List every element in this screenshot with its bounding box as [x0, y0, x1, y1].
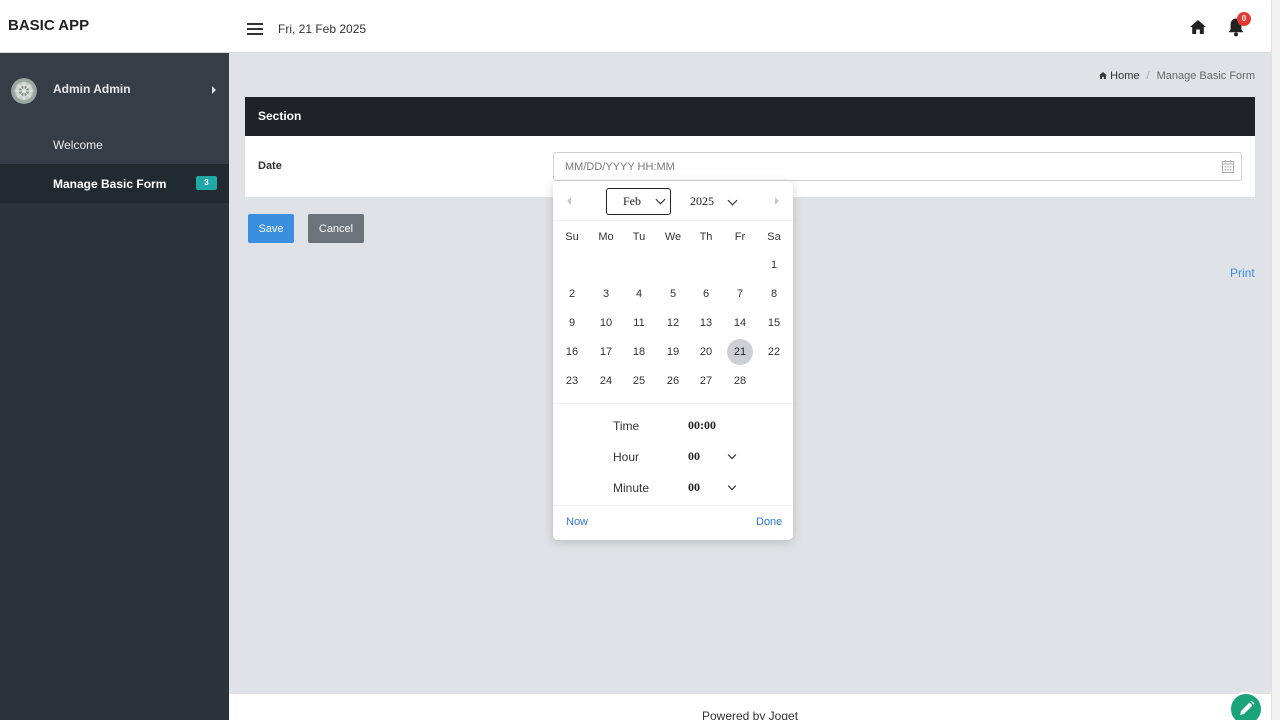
print-link[interactable]: Print: [1230, 266, 1255, 280]
calendar-day[interactable]: 17: [593, 339, 619, 365]
date-field-label: Date: [258, 160, 282, 172]
minute-select[interactable]: 00: [688, 480, 740, 498]
hour-select[interactable]: 00: [688, 449, 740, 467]
breadcrumb-home-link[interactable]: Home: [1098, 70, 1140, 82]
page-footer: Powered by Joget: [229, 694, 1271, 720]
calendar-icon[interactable]: [1222, 160, 1234, 173]
breadcrumb-home-label: Home: [1110, 70, 1140, 82]
done-button[interactable]: Done: [756, 516, 782, 528]
breadcrumb-separator: /: [1146, 70, 1150, 82]
weekday-header: We: [664, 231, 682, 243]
breadcrumb: Home / Manage Basic Form: [1098, 70, 1255, 82]
chevron-down-icon: [727, 481, 737, 491]
notification-count-badge: 0: [1237, 12, 1251, 26]
weekday-header: Mo: [598, 231, 614, 243]
calendar-day[interactable]: 27: [693, 368, 719, 394]
hour-label: Hour: [613, 450, 640, 464]
sidebar-item-manage-basic-form[interactable]: Manage Basic Form 3: [0, 164, 229, 203]
avatar: [11, 78, 37, 104]
calendar-day[interactable]: 7: [727, 281, 753, 307]
calendar-day[interactable]: 2: [559, 281, 585, 307]
calendar-day[interactable]: 23: [559, 368, 585, 394]
calendar-day[interactable]: 11: [626, 310, 652, 336]
time-label: Time: [613, 419, 640, 433]
calendar-day[interactable]: 24: [593, 368, 619, 394]
current-date: Fri, 21 Feb 2025: [278, 22, 367, 36]
calendar-day[interactable]: 16: [559, 339, 585, 365]
section-header: Section: [245, 97, 1255, 136]
calendar-day[interactable]: 22: [761, 339, 787, 365]
sidebar-item-label: Welcome: [53, 138, 103, 152]
calendar-day[interactable]: 14: [727, 310, 753, 336]
calendar-day[interactable]: 3: [593, 281, 619, 307]
date-input[interactable]: [553, 152, 1242, 181]
minute-select-value: 00: [688, 480, 700, 494]
breadcrumb-current: Manage Basic Form: [1156, 70, 1255, 82]
weekday-header: Fr: [734, 231, 746, 243]
home-icon: [1099, 72, 1108, 79]
caret-right-icon: [212, 86, 216, 94]
weekday-header: Su: [565, 231, 579, 243]
month-select[interactable]: Feb: [606, 188, 671, 215]
calendar-day[interactable]: 12: [660, 310, 686, 336]
now-button[interactable]: Now: [566, 516, 588, 528]
calendar-day[interactable]: 10: [593, 310, 619, 336]
weekday-header: Tu: [632, 231, 646, 243]
app-brand[interactable]: BASIC APP: [8, 0, 229, 53]
sidebar-count-badge: 3: [196, 176, 217, 190]
calendar-day[interactable]: 20: [693, 339, 719, 365]
sidebar-user-name: Admin Admin: [53, 82, 131, 96]
pencil-icon: [1240, 700, 1255, 715]
chevron-down-icon: [727, 195, 738, 206]
calendar-day[interactable]: 9: [559, 310, 585, 336]
footer-text: Powered by Joget: [701, 709, 799, 720]
previous-month-icon[interactable]: [567, 197, 571, 205]
cancel-button[interactable]: Cancel: [308, 214, 364, 243]
calendar-day[interactable]: 1: [761, 252, 787, 278]
home-icon[interactable]: [1189, 18, 1207, 36]
calendar-day[interactable]: 13: [693, 310, 719, 336]
time-value: 00:00: [688, 418, 716, 432]
calendar-day[interactable]: 19: [660, 339, 686, 365]
year-select-value: 2025: [690, 194, 714, 208]
year-select[interactable]: 2025: [690, 188, 750, 215]
datetime-picker-popup: Feb 2025 Su Mo Tu We Th Fr Sa 1 2 3 4 5 6 7 8 9 10 11 12 1…: [553, 181, 793, 540]
sidebar: Admin Admin Welcome Manage Basic Form 3: [0, 53, 229, 720]
calendar-day[interactable]: 28: [727, 368, 753, 394]
section-title: Section: [258, 109, 302, 123]
page-scrollbar[interactable]: [1271, 0, 1280, 720]
save-button[interactable]: Save: [248, 214, 294, 243]
hamburger-menu-icon[interactable]: [247, 23, 263, 35]
weekday-header: Sa: [767, 231, 781, 243]
weekday-header: Th: [699, 231, 713, 243]
month-select-value: Feb: [623, 194, 641, 208]
hour-select-value: 00: [688, 449, 700, 463]
divider: [553, 505, 793, 506]
calendar-day[interactable]: 8: [761, 281, 787, 307]
calendar-day[interactable]: 6: [693, 281, 719, 307]
sidebar-item-welcome[interactable]: Welcome: [0, 125, 229, 164]
divider: [553, 403, 793, 404]
calendar-day[interactable]: 5: [660, 281, 686, 307]
calendar-day[interactable]: 26: [660, 368, 686, 394]
calendar-day[interactable]: 15: [761, 310, 787, 336]
edit-page-button[interactable]: [1229, 692, 1263, 720]
sidebar-user-panel[interactable]: Admin Admin: [0, 53, 229, 125]
calendar-day-selected[interactable]: 21: [727, 339, 753, 365]
top-navbar: BASIC APP Fri, 21 Feb 2025 0: [0, 0, 1271, 53]
divider: [553, 220, 793, 221]
chevron-down-icon: [727, 450, 737, 460]
chevron-down-icon: [655, 194, 666, 205]
calendar-day[interactable]: 4: [626, 281, 652, 307]
sidebar-item-label: Manage Basic Form: [53, 177, 167, 191]
next-month-icon[interactable]: [775, 197, 779, 205]
calendar-day[interactable]: 18: [626, 339, 652, 365]
minute-label: Minute: [613, 481, 650, 495]
calendar-day[interactable]: 25: [626, 368, 652, 394]
